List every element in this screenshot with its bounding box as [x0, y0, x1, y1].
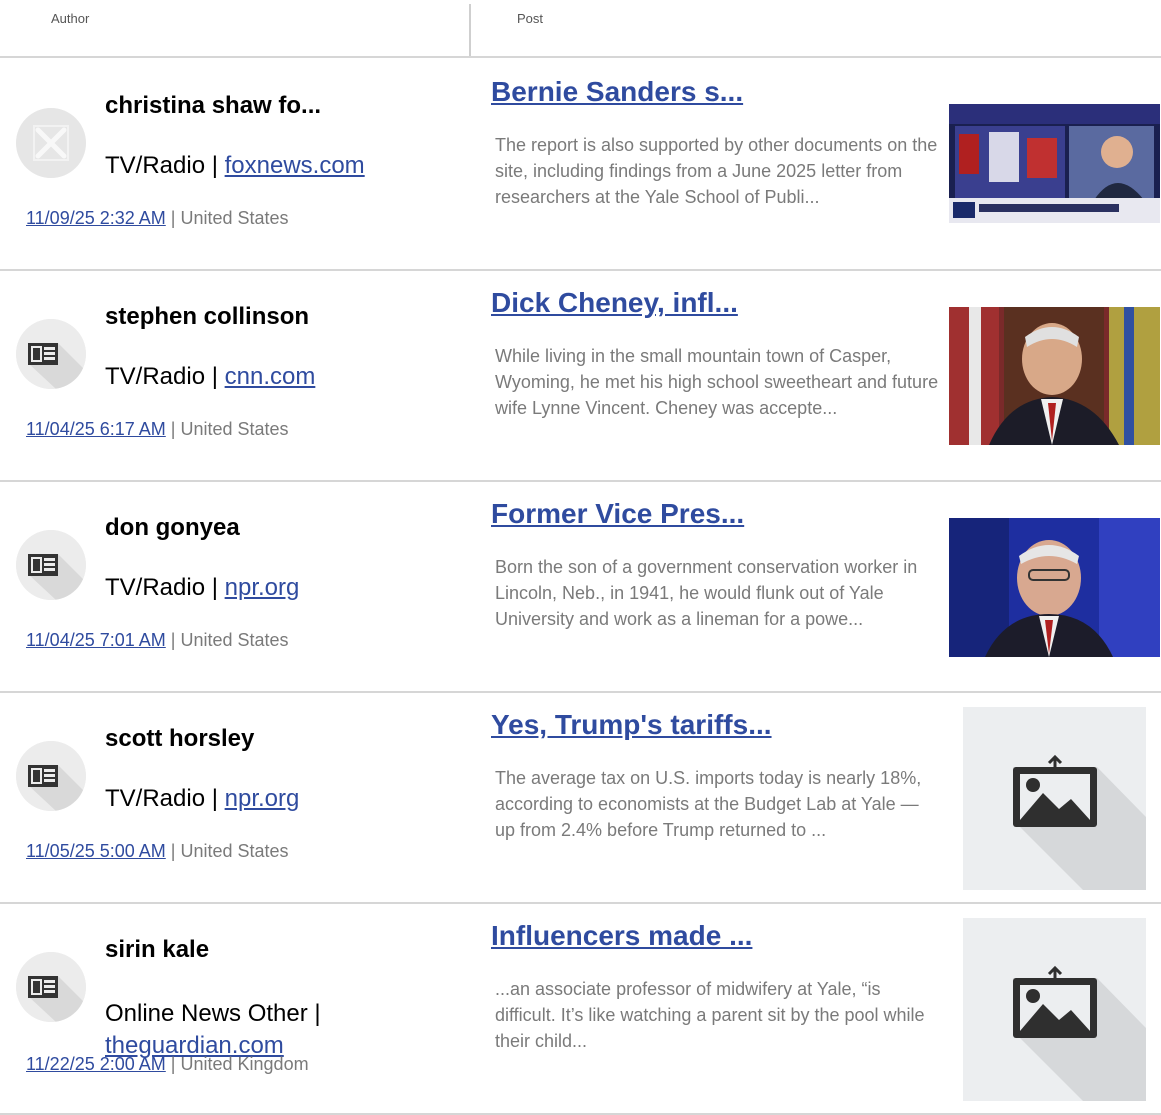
post-meta: 11/05/25 5:00 AM | United States: [26, 841, 289, 862]
source-domain-link[interactable]: foxnews.com: [225, 152, 365, 179]
separator: |: [211, 574, 218, 601]
separator: |: [170, 841, 176, 861]
table-row: scott horsley TV/Radio | npr.org 11/05/2…: [0, 693, 1161, 904]
country: United States: [180, 208, 289, 228]
image-placeholder-icon[interactable]: [963, 707, 1146, 890]
post-title-link[interactable]: Influencers made ...: [491, 920, 752, 952]
separator: |: [211, 785, 218, 812]
post-date-link[interactable]: 11/22/25 2:00 AM: [26, 1054, 166, 1074]
separator: |: [211, 363, 218, 390]
image-placeholder-icon[interactable]: [963, 918, 1146, 1101]
author-name[interactable]: scott horsley: [105, 725, 254, 753]
media-type: TV/Radio: [105, 363, 206, 390]
post-date-link[interactable]: 11/05/25 5:00 AM: [26, 841, 166, 861]
author-name[interactable]: stephen collinson: [105, 303, 309, 331]
author-name[interactable]: sirin kale: [105, 936, 209, 964]
post-excerpt: Born the son of a government conservatio…: [495, 557, 918, 629]
author-source: TV/Radio | cnn.com: [105, 363, 425, 391]
post-meta: 11/04/25 6:17 AM | United States: [26, 419, 289, 440]
table-row: sirin kale Online News Other | theguardi…: [0, 904, 1161, 1115]
separator: |: [170, 419, 176, 439]
portrait-photo-thumbnail[interactable]: [949, 518, 1160, 657]
source-domain-link[interactable]: cnn.com: [225, 363, 316, 390]
media-type: TV/Radio: [105, 785, 206, 812]
author-source: TV/Radio | npr.org: [105, 574, 425, 602]
table-row: christina shaw fo... TV/Radio | foxnews.…: [0, 60, 1161, 271]
source-domain-link[interactable]: npr.org: [225, 785, 300, 812]
separator: |: [211, 152, 218, 179]
post-title-link[interactable]: Dick Cheney, infl...: [491, 287, 738, 319]
table-row: stephen collinson TV/Radio | cnn.com 11/…: [0, 271, 1161, 482]
news-broadcast-thumbnail[interactable]: [949, 104, 1160, 223]
post-date-link[interactable]: 11/09/25 2:32 AM: [26, 208, 166, 228]
newspaper-icon[interactable]: [16, 741, 86, 811]
author-name[interactable]: don gonyea: [105, 514, 240, 542]
author-name[interactable]: christina shaw fo...: [105, 92, 321, 120]
post-excerpt: The average tax on U.S. imports today is…: [495, 768, 922, 840]
author-source: TV/Radio | foxnews.com: [105, 152, 425, 180]
post-meta: 11/09/25 2:32 AM | United States: [26, 208, 289, 229]
post-column-header[interactable]: Post: [517, 11, 543, 26]
separator: |: [314, 1000, 321, 1027]
author-source: TV/Radio | npr.org: [105, 785, 425, 813]
newspaper-icon[interactable]: [16, 530, 86, 600]
media-type: Online News Other: [105, 1000, 308, 1027]
post-excerpt: The report is also supported by other do…: [495, 135, 938, 207]
author-column-header[interactable]: Author: [51, 11, 89, 26]
separator: |: [170, 1054, 176, 1074]
country: United States: [180, 419, 289, 439]
author-source: Online News Other | theguardian.com: [105, 998, 425, 1062]
table-header: Author Post: [0, 0, 1161, 58]
table-row: don gonyea TV/Radio | npr.org 11/04/25 7…: [0, 482, 1161, 693]
portrait-photo-thumbnail[interactable]: [949, 307, 1160, 445]
post-excerpt: ...an associate professor of midwifery a…: [495, 979, 925, 1051]
newspaper-icon[interactable]: [16, 319, 86, 389]
column-divider[interactable]: [469, 4, 471, 56]
separator: |: [170, 630, 176, 650]
newspaper-icon[interactable]: [16, 952, 86, 1022]
post-title-link[interactable]: Former Vice Pres...: [491, 498, 744, 530]
media-type: TV/Radio: [105, 574, 206, 601]
separator: |: [170, 208, 176, 228]
country: United States: [180, 841, 289, 861]
country: United States: [180, 630, 289, 650]
post-title-link[interactable]: Yes, Trump's tariffs...: [491, 709, 772, 741]
broken-avatar-icon[interactable]: [16, 108, 86, 178]
post-date-link[interactable]: 11/04/25 6:17 AM: [26, 419, 166, 439]
post-date-link[interactable]: 11/04/25 7:01 AM: [26, 630, 166, 650]
country: United Kingdom: [180, 1054, 309, 1074]
post-meta: 11/22/25 2:00 AM | United Kingdom: [26, 1054, 309, 1075]
post-title-link[interactable]: Bernie Sanders s...: [491, 76, 743, 108]
source-domain-link[interactable]: npr.org: [225, 574, 300, 601]
post-meta: 11/04/25 7:01 AM | United States: [26, 630, 289, 651]
media-type: TV/Radio: [105, 152, 206, 179]
post-excerpt: While living in the small mountain town …: [495, 346, 939, 418]
